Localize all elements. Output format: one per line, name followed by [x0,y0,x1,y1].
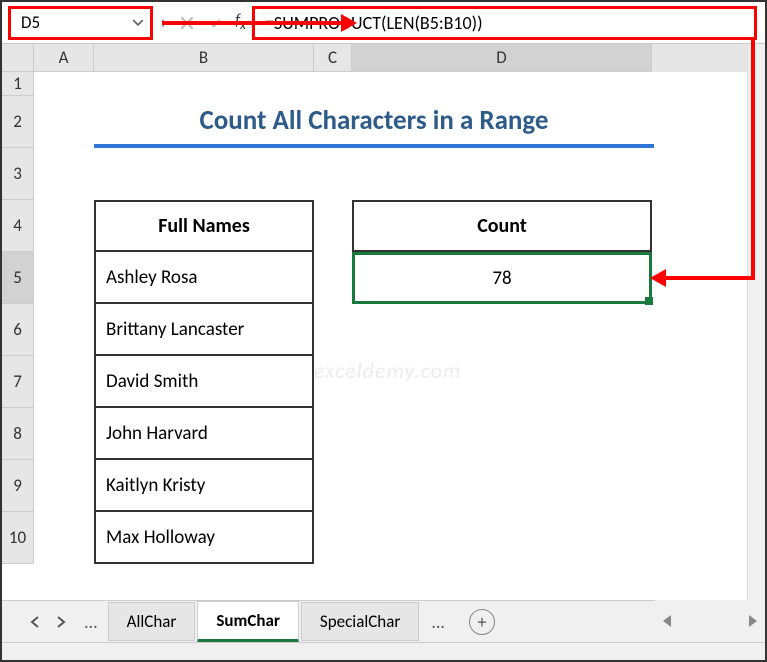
tab-specialchar[interactable]: SpecialChar [301,602,419,641]
col-header-d[interactable]: D [352,44,652,72]
check-icon[interactable] [203,11,227,35]
table-row[interactable]: Kaitlyn Kristy [94,460,314,512]
name-box-value: D5 [21,12,40,33]
cancel-icon[interactable] [175,11,199,35]
row-header-9[interactable]: 9 [2,460,34,512]
row-header-10[interactable]: 10 [2,512,34,564]
names-table: Full Names Ashley Rosa Brittany Lancaste… [94,200,314,564]
scroll-left-icon[interactable] [663,615,671,627]
scroll-right-icon[interactable] [749,615,757,627]
formula-text: =SUMPRODUCT(LEN(B5:B10)) [265,12,483,34]
count-table: Count 78 [352,200,652,304]
row-headers: 1 2 3 4 5 6 7 8 9 10 [2,72,34,564]
row-header-4[interactable]: 4 [2,200,34,252]
separator: : [153,13,173,32]
count-header[interactable]: Count [352,200,652,252]
select-all-corner[interactable] [2,44,34,72]
tab-dots-left[interactable]: ... [84,611,98,633]
row-header-1[interactable]: 1 [2,72,34,96]
cells-area[interactable]: Count All Characters in a Range Full Nam… [34,72,765,602]
tab-dots-right[interactable]: ... [431,611,445,633]
spreadsheet-grid: A B C D 1 2 3 4 5 6 7 8 9 10 Count All C… [2,44,765,602]
table-row[interactable]: Brittany Lancaster [94,304,314,356]
row-header-5[interactable]: 5 [2,252,34,304]
col-header-b[interactable]: B [94,44,314,72]
tab-nav-next-icon[interactable] [52,613,70,631]
column-headers: A B C D [34,44,765,72]
col-header-c[interactable]: C [314,44,352,72]
page-title: Count All Characters in a Range [94,96,654,148]
name-box[interactable]: D5 [8,6,153,40]
status-bar [2,642,765,660]
table-row[interactable]: David Smith [94,356,314,408]
tab-allchar[interactable]: AllChar [108,602,196,641]
chevron-down-icon[interactable] [132,12,144,33]
fill-handle[interactable] [645,297,653,305]
table-row[interactable]: John Harvard [94,408,314,460]
row-header-8[interactable]: 8 [2,408,34,460]
row-header-3[interactable]: 3 [2,148,34,200]
selected-cell-d5[interactable]: 78 [352,252,652,304]
formula-bar: D5 : fx =SUMPRODUCT(LEN(B5:B10)) [2,2,765,44]
tab-sumchar[interactable]: SumChar [197,601,299,643]
watermark: exceldemy.com [314,357,461,384]
horizontal-scrollbar[interactable] [655,600,765,642]
tab-nav-prev-icon[interactable] [26,613,44,631]
sheet-tabs-bar: ... AllChar SumChar SpecialChar ... + [2,600,765,642]
count-value: 78 [492,267,511,290]
col-header-a[interactable]: A [34,44,94,72]
add-sheet-icon[interactable]: + [469,609,495,635]
table-row[interactable]: Max Holloway [94,512,314,564]
fx-icon[interactable]: fx [235,11,246,33]
row-header-6[interactable]: 6 [2,304,34,356]
row-header-2[interactable]: 2 [2,96,34,148]
vertical-scrollbar[interactable] [747,44,765,600]
row-header-7[interactable]: 7 [2,356,34,408]
names-header[interactable]: Full Names [94,200,314,252]
formula-input[interactable]: =SUMPRODUCT(LEN(B5:B10)) [252,6,757,40]
table-row[interactable]: Ashley Rosa [94,252,314,304]
